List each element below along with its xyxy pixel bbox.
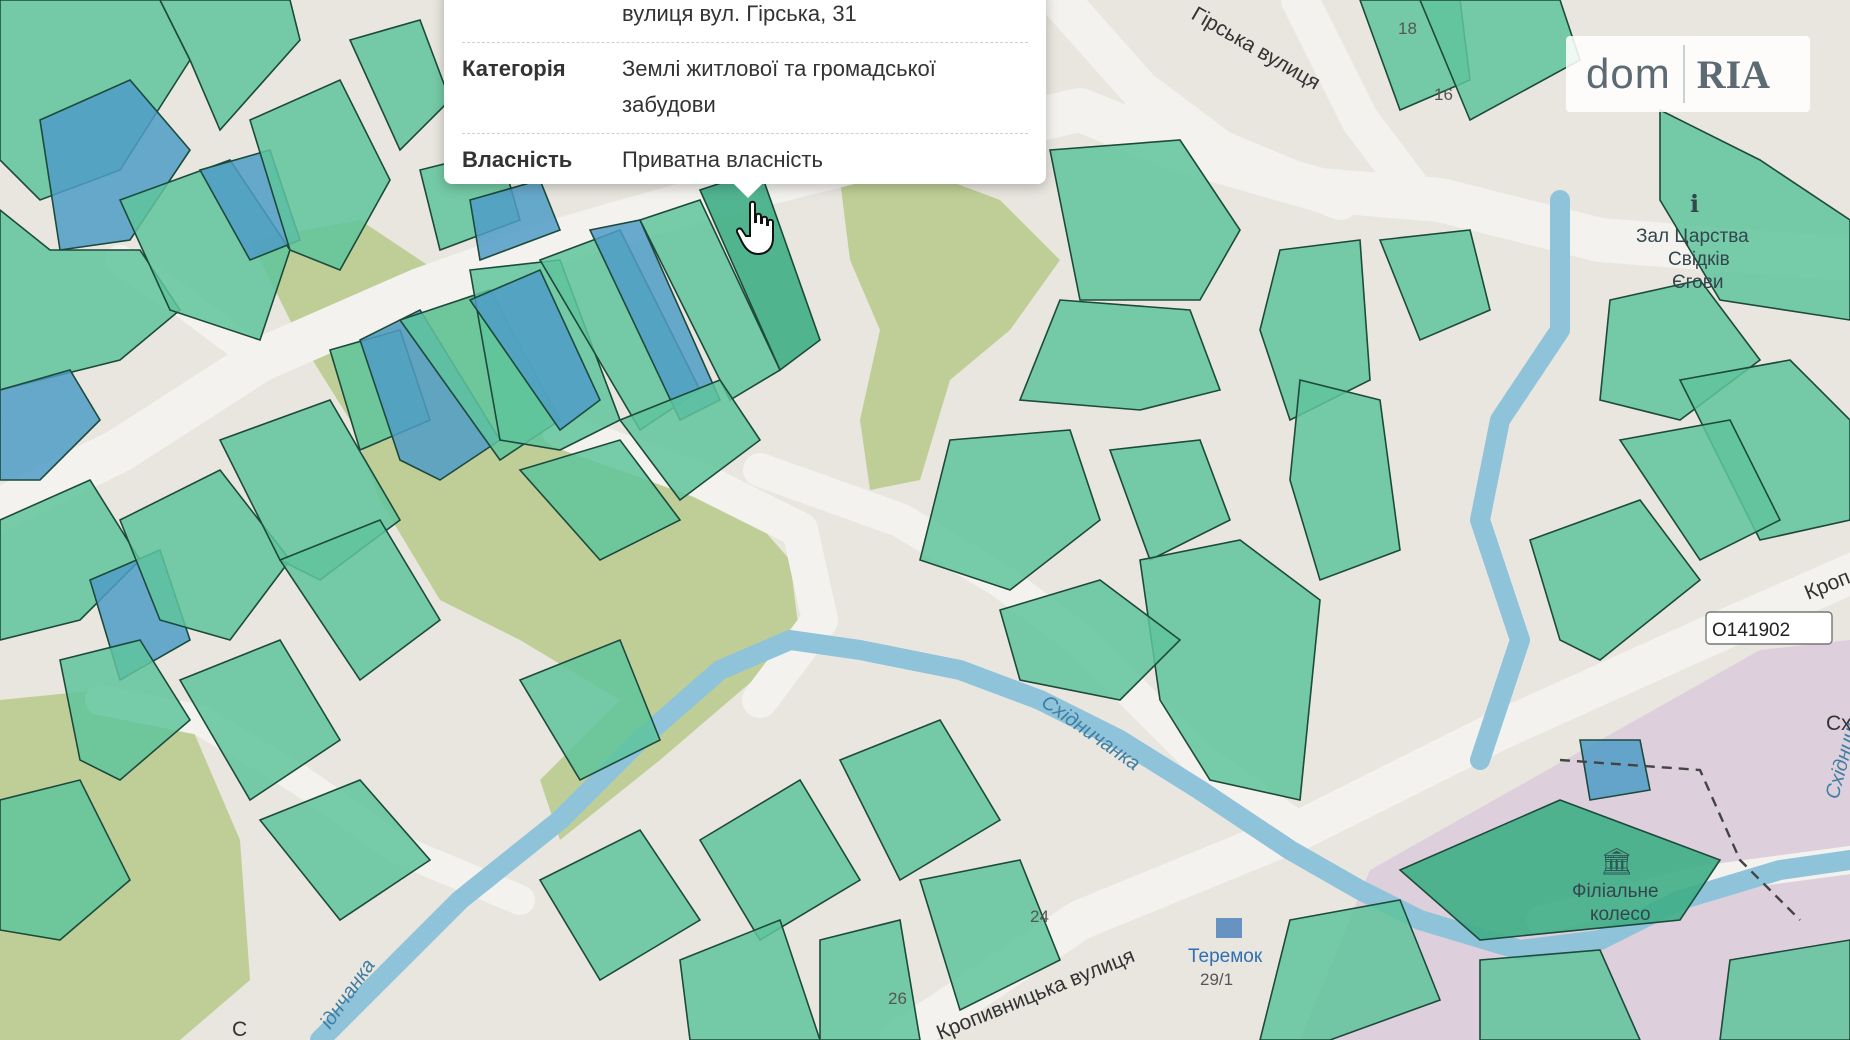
partial-label: С bbox=[232, 1018, 247, 1040]
svg-text:29/1: 29/1 bbox=[1200, 970, 1233, 989]
popup-value-ownership: Приватна власність bbox=[622, 147, 823, 172]
popup-row-category: Категорія Землі житлової та громадської … bbox=[462, 43, 1028, 134]
popup-row-ownership: Власність Приватна власність bbox=[462, 134, 1028, 188]
svg-text:Свідків: Свідків bbox=[1668, 249, 1730, 270]
info-icon: ℹ bbox=[1690, 191, 1699, 218]
logo-ria-text: RIA bbox=[1696, 51, 1771, 97]
popup-key bbox=[462, 0, 622, 32]
svg-text:О141902: О141902 bbox=[1712, 620, 1790, 641]
house-number: 24 bbox=[1030, 907, 1049, 926]
house-number: 26 bbox=[888, 989, 907, 1008]
popup-row-address: вулиця вул. Гірська, 31 bbox=[462, 0, 1028, 43]
parcel-info-popup: вулиця вул. Гірська, 31 Категорія Землі … bbox=[444, 0, 1046, 198]
hand-cursor-icon bbox=[736, 200, 774, 256]
popup-value-category: Землі житлової та громадської забудови bbox=[622, 56, 936, 117]
dom-ria-logo[interactable]: dom RIA bbox=[1566, 36, 1810, 112]
partial-label: Схі bbox=[1826, 712, 1850, 735]
popup-key-ownership: Власність bbox=[462, 147, 573, 172]
popup-key-category: Категорія bbox=[462, 56, 566, 81]
popup-value-address: вулиця вул. Гірська, 31 bbox=[622, 1, 857, 26]
svg-text:Єгови: Єгови bbox=[1672, 272, 1723, 293]
svg-text:Теремок: Теремок bbox=[1188, 946, 1263, 967]
hotel-icon bbox=[1216, 918, 1242, 938]
svg-text:Зал Царства: Зал Царства bbox=[1636, 226, 1749, 247]
logo-dom-text: dom bbox=[1586, 50, 1671, 97]
house-number: 18 bbox=[1398, 19, 1417, 38]
logo-divider bbox=[1682, 45, 1685, 103]
house-number: 16 bbox=[1434, 85, 1453, 104]
road-badge-o141902: О141902 bbox=[1705, 611, 1833, 645]
svg-text:колесо: колесо bbox=[1590, 904, 1651, 925]
svg-text:Філіальне: Філіальне bbox=[1572, 881, 1659, 902]
museum-icon: 🏛 bbox=[1600, 846, 1633, 876]
